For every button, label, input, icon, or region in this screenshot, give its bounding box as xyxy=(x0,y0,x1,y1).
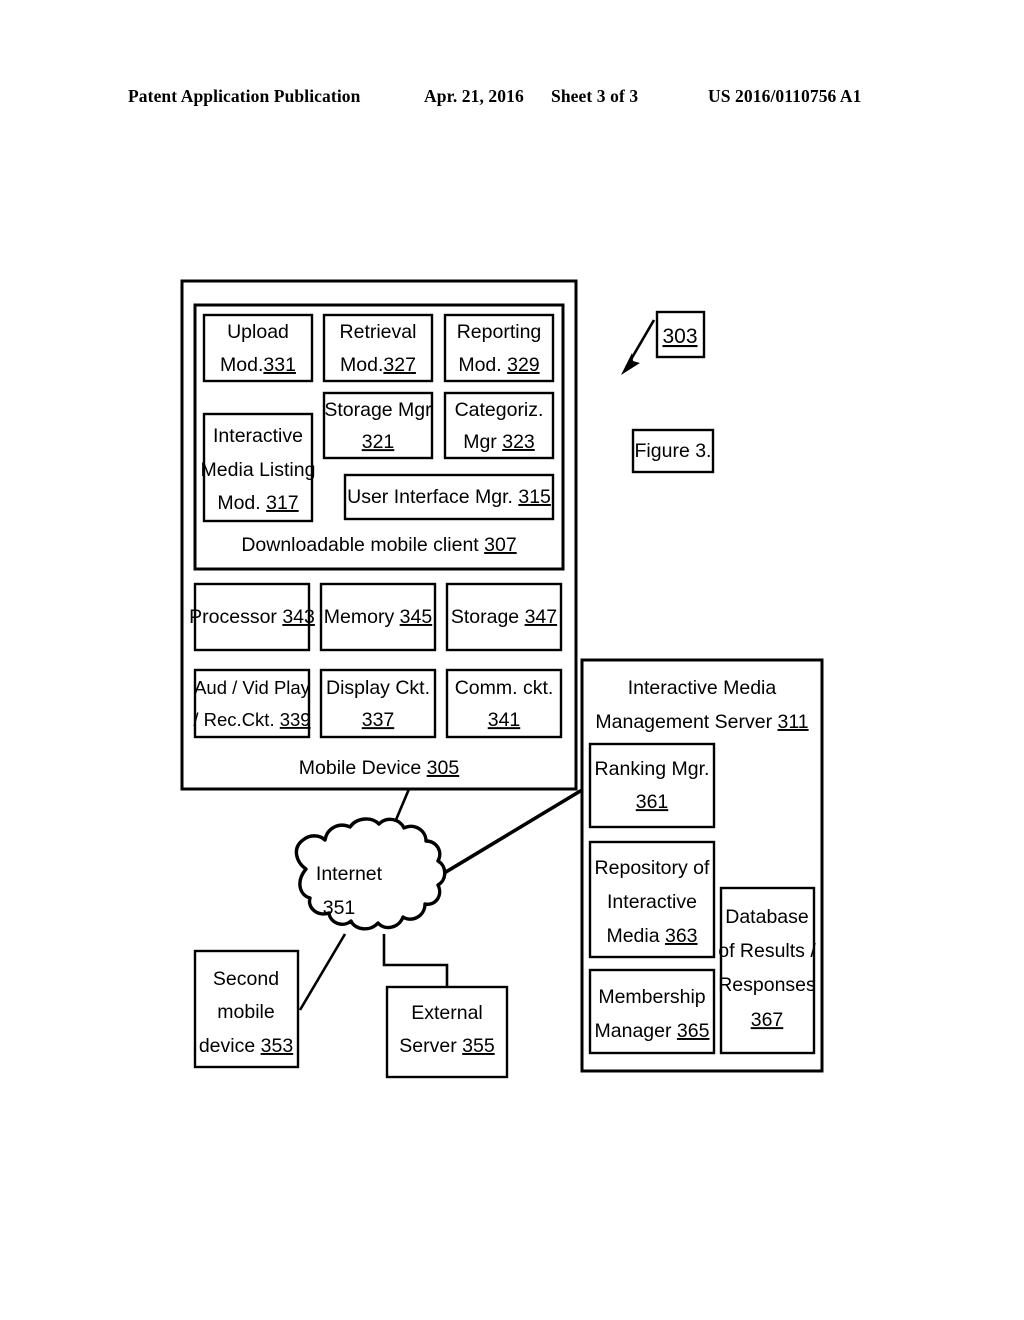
connector-internet-to-second-device xyxy=(298,933,347,1011)
memory-label: Memory 345 xyxy=(324,606,433,628)
internet-label-line1: Internet xyxy=(316,863,383,885)
external-server-line2: Server 355 xyxy=(399,1035,495,1057)
audio-video-play-rec-circuit-box[interactable]: Aud / Vid Play / Rec.Ckt. 339 xyxy=(193,668,311,739)
storage-label: Storage 347 xyxy=(451,606,557,628)
ranking-mgr-number: 361 xyxy=(636,791,669,813)
categorization-mgr-box[interactable]: Categoriz. Mgr 323 xyxy=(443,391,555,460)
reference-303-label: 303 xyxy=(662,325,697,348)
ranking-manager-box[interactable]: Ranking Mgr. 361 xyxy=(588,742,716,829)
repository-line2: Interactive xyxy=(607,891,697,913)
storage-mgr-line1: Storage Mgr xyxy=(324,399,432,421)
media-listing-line2: Media Listing xyxy=(201,459,316,481)
media-listing-line3: Mod. 317 xyxy=(217,492,298,514)
processor-label: Processor 343 xyxy=(189,606,315,628)
mobile-device-label: Mobile Device 305 xyxy=(299,757,460,779)
storage-box[interactable]: Storage 347 xyxy=(445,582,563,652)
second-device-line1: Second xyxy=(213,968,279,990)
reference-303: 303 xyxy=(621,310,706,375)
reporting-module-line2: Mod. 329 xyxy=(458,354,539,376)
repository-of-interactive-media-box[interactable]: Repository of Interactive Media 363 xyxy=(588,840,716,959)
database-number: 367 xyxy=(751,1009,784,1031)
management-server-line2: Management Server 311 xyxy=(595,711,808,733)
membership-line1: Membership xyxy=(598,986,705,1008)
external-server-line1: External xyxy=(411,1002,483,1024)
second-mobile-device-box[interactable]: Second mobile device 353 xyxy=(193,949,300,1069)
membership-manager-box[interactable]: Membership Manager 365 xyxy=(588,968,716,1055)
comm-ckt-line1: Comm. ckt. xyxy=(455,677,554,699)
external-server-box[interactable]: External Server 355 xyxy=(385,985,509,1079)
patent-page: Patent Application Publication Apr. 21, … xyxy=(0,0,1024,1320)
interactive-media-listing-module-box[interactable]: Interactive Media Listing Mod. 317 xyxy=(201,412,316,523)
ranking-mgr-line1: Ranking Mgr. xyxy=(595,758,710,780)
membership-line2: Manager 365 xyxy=(595,1020,710,1042)
downloadable-client-label: Downloadable mobile client 307 xyxy=(241,534,516,556)
storage-mgr-number: 321 xyxy=(362,431,395,453)
upload-module-box[interactable]: Upload Mod.331 xyxy=(202,313,314,383)
retrieval-module-line2: Mod.327 xyxy=(340,354,416,376)
figure-3-diagram: Mobile Device 305 Downloadable mobile cl… xyxy=(0,0,1024,1320)
categorization-mgr-line2: Mgr 323 xyxy=(463,431,535,453)
processor-box[interactable]: Processor 343 xyxy=(189,582,315,652)
reporting-module-line1: Reporting xyxy=(457,321,542,343)
memory-box[interactable]: Memory 345 xyxy=(319,582,437,652)
internet-label-line2: 351 xyxy=(323,897,356,919)
user-interface-mgr-label: User Interface Mgr. 315 xyxy=(347,486,551,508)
retrieval-module-line1: Retrieval xyxy=(340,321,417,343)
database-line3: Responses xyxy=(718,974,816,996)
aud-vid-line1: Aud / Vid Play xyxy=(194,677,311,698)
repository-line3: Media 363 xyxy=(606,925,697,947)
communication-circuit-box[interactable]: Comm. ckt. 341 xyxy=(445,668,563,739)
reference-303-arrowhead xyxy=(621,353,640,375)
second-device-line2: mobile xyxy=(217,1001,274,1023)
display-ckt-number: 337 xyxy=(362,709,395,731)
management-server-line1: Interactive Media xyxy=(628,677,777,699)
figure-caption-label: Figure 3. xyxy=(635,440,712,462)
user-interface-mgr-box[interactable]: User Interface Mgr. 315 xyxy=(343,473,555,521)
display-circuit-box[interactable]: Display Ckt. 337 xyxy=(319,668,437,739)
aud-vid-line2: / Rec.Ckt. 339 xyxy=(193,709,310,730)
upload-module-line2: Mod.331 xyxy=(220,354,296,376)
comm-ckt-number: 341 xyxy=(488,709,521,731)
database-of-results-box[interactable]: Database of Results / Responses 367 xyxy=(718,886,816,1055)
second-device-line3: device 353 xyxy=(199,1035,293,1057)
connector-internet-to-external-server xyxy=(382,934,449,987)
figure-caption-box: Figure 3. xyxy=(631,428,715,474)
database-line2: of Results / xyxy=(718,940,816,962)
upload-module-line1: Upload xyxy=(227,321,289,343)
internet-cloud[interactable]: Internet 351 xyxy=(294,817,447,931)
repository-line1: Repository of xyxy=(595,857,710,879)
reporting-module-box[interactable]: Reporting Mod. 329 xyxy=(443,313,555,383)
storage-mgr-box[interactable]: Storage Mgr 321 xyxy=(322,391,434,460)
media-listing-line1: Interactive xyxy=(213,425,303,447)
categorization-mgr-line1: Categoriz. xyxy=(455,399,544,421)
retrieval-module-box[interactable]: Retrieval Mod.327 xyxy=(322,313,434,383)
database-line1: Database xyxy=(725,906,808,928)
display-ckt-line1: Display Ckt. xyxy=(326,677,430,699)
